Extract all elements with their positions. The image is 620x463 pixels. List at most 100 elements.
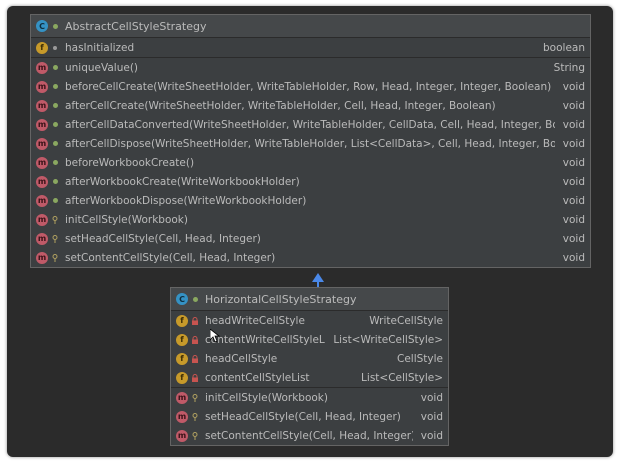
method-type: void [562, 156, 585, 169]
public-visibility-icon [51, 64, 59, 72]
method-type: void [562, 99, 585, 112]
method-name: beforeWorkbookCreate() [65, 156, 195, 169]
method-icon: m [176, 391, 188, 404]
field-type: WriteCellStyle [369, 314, 443, 327]
protected-key-icon [191, 412, 199, 421]
method-name: setHeadCellStyle(Cell, Head, Integer) [65, 232, 261, 245]
field-name: hasInitialized [65, 41, 135, 54]
method-name: initCellStyle(Workbook) [65, 213, 188, 226]
protected-key-icon [51, 215, 59, 224]
method-row[interactable]: m setContentCellStyle(Cell, Head, Integer… [171, 426, 448, 445]
method-row[interactable]: m uniqueValue() String [31, 58, 590, 77]
methods-section: m uniqueValue() String m beforeCellCreate(Wr… [31, 58, 590, 267]
method-name: setHeadCellStyle(Cell, Head, Integer) [205, 410, 401, 423]
class-header[interactable]: C HorizontalCellStyleStrategy [171, 288, 448, 311]
method-row[interactable]: m afterWorkbookCreate(WriteWorkbookHolder… [31, 172, 590, 191]
field-row[interactable]: f headCellStyle CellStyle [171, 349, 448, 368]
class-name: HorizontalCellStyleStrategy [205, 292, 357, 306]
method-row[interactable]: m setHeadCellStyle(Cell, Head, Integer) vo… [171, 407, 448, 426]
method-name: setContentCellStyle(Cell, Head, Integer) [65, 251, 276, 264]
method-type: void [562, 213, 585, 226]
class-icon: C [176, 293, 188, 305]
method-icon: m [36, 251, 48, 264]
field-type: CellStyle [397, 352, 443, 365]
field-name: contentCellStyleList [205, 371, 310, 384]
private-lock-icon [191, 373, 199, 382]
protected-key-icon [191, 393, 199, 402]
public-visibility-icon [51, 121, 59, 129]
method-type: void [562, 137, 585, 150]
method-type: void [562, 80, 585, 93]
field-name: contentWriteCellStyleList [205, 333, 326, 346]
method-icon: m [36, 61, 48, 74]
public-visibility-icon [51, 178, 59, 186]
class-icon: C [36, 20, 48, 32]
method-icon: m [36, 99, 48, 112]
method-name: afterWorkbookCreate(WriteWorkbookHolder) [65, 175, 300, 188]
public-visibility-icon [51, 140, 59, 148]
package-visibility-icon [51, 44, 59, 52]
method-row[interactable]: m initCellStyle(Workbook) void [171, 388, 448, 407]
method-icon: m [176, 410, 188, 423]
method-row[interactable]: m initCellStyle(Workbook) void [31, 210, 590, 229]
private-lock-icon [191, 335, 199, 344]
field-row[interactable]: f headWriteCellStyle WriteCellStyle [171, 311, 448, 330]
field-icon: f [176, 333, 188, 346]
field-type: List<WriteCellStyle> [333, 333, 443, 346]
method-row[interactable]: m afterWorkbookDispose(WriteWorkbookHolde… [31, 191, 590, 210]
method-type: void [420, 429, 443, 442]
method-type: void [420, 391, 443, 404]
class-visibility-icon [191, 295, 199, 303]
method-name: initCellStyle(Workbook) [205, 391, 328, 404]
protected-key-icon [191, 431, 199, 440]
fields-section: f headWriteCellStyle WriteCellStyle f conten… [171, 311, 448, 388]
method-row[interactable]: m setContentCellStyle(Cell, Head, Integer… [31, 248, 590, 267]
method-name: setContentCellStyle(Cell, Head, Integer) [205, 429, 413, 442]
method-icon: m [36, 213, 48, 226]
methods-section: m initCellStyle(Workbook) void m setHeadCell… [171, 388, 448, 445]
method-row[interactable]: m afterCellDispose(WriteSheetHolder, Writ… [31, 134, 590, 153]
method-type: void [562, 175, 585, 188]
field-name: headCellStyle [205, 352, 278, 365]
class-header[interactable]: C AbstractCellStyleStrategy [31, 15, 590, 38]
method-icon: m [36, 137, 48, 150]
method-type: String [553, 61, 585, 74]
method-type: void [420, 410, 443, 423]
method-icon: m [176, 429, 188, 442]
method-name: uniqueValue() [65, 61, 139, 74]
diagram-canvas: C AbstractCellStyleStrategy f hasInitiali… [7, 6, 613, 457]
public-visibility-icon [51, 102, 59, 110]
class-box-horizontal-cell-style-strategy[interactable]: C HorizontalCellStyleStrategy f headWrite… [170, 287, 449, 446]
field-icon: f [176, 314, 188, 327]
field-icon: f [176, 352, 188, 365]
method-icon: m [36, 156, 48, 169]
field-icon: f [176, 371, 188, 384]
class-box-abstract-cell-style-strategy[interactable]: C AbstractCellStyleStrategy f hasInitiali… [30, 14, 591, 268]
mouse-cursor-icon [210, 329, 220, 343]
method-row[interactable]: m afterCellDataConverted(WriteSheetHolder… [31, 115, 590, 134]
field-row[interactable]: f hasInitialized boolean [31, 38, 590, 57]
private-lock-icon [191, 354, 199, 363]
method-icon: m [36, 175, 48, 188]
method-row[interactable]: m beforeCellCreate(WriteSheetHolder, Writ… [31, 77, 590, 96]
public-visibility-icon [51, 159, 59, 167]
method-row[interactable]: m beforeWorkbookCreate() void [31, 153, 590, 172]
field-row[interactable]: f contentCellStyleList List<CellStyle> [171, 368, 448, 387]
class-visibility-icon [51, 22, 59, 30]
field-type: List<CellStyle> [361, 371, 443, 384]
private-lock-icon [191, 316, 199, 325]
public-visibility-icon [51, 197, 59, 205]
method-icon: m [36, 80, 48, 93]
field-type: boolean [543, 41, 585, 54]
protected-key-icon [51, 253, 59, 262]
method-name: beforeCellCreate(WriteSheetHolder, Write… [65, 80, 552, 93]
method-row[interactable]: m afterCellCreate(WriteSheetHolder, Write… [31, 96, 590, 115]
method-name: afterCellDispose(WriteSheetHolder, Write… [65, 137, 555, 150]
method-row[interactable]: m setHeadCellStyle(Cell, Head, Integer) vo… [31, 229, 590, 248]
method-type: void [562, 251, 585, 264]
method-icon: m [36, 232, 48, 245]
public-visibility-icon [51, 83, 59, 91]
method-name: afterCellCreate(WriteSheetHolder, WriteT… [65, 99, 496, 112]
method-type: void [562, 232, 585, 245]
method-name: afterWorkbookDispose(WriteWorkbookHolder… [65, 194, 307, 207]
